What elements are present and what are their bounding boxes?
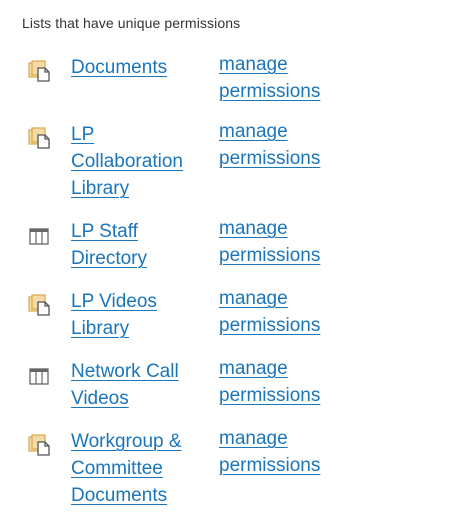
section-heading: Lists that have unique permissions: [22, 15, 241, 31]
manage-permissions-link[interactable]: manage permissions: [219, 215, 349, 269]
document-library-icon: [28, 434, 52, 456]
unique-permissions-page: Lists that have unique permissions Docum…: [0, 0, 451, 514]
list-name-link[interactable]: LP Videos Library: [71, 288, 206, 342]
manage-permissions-link[interactable]: manage permissions: [219, 51, 349, 105]
document-library-icon: [28, 60, 52, 82]
manage-permissions-link[interactable]: manage permissions: [219, 118, 349, 172]
list-icon: [28, 226, 52, 248]
manage-permissions-link[interactable]: manage permissions: [219, 285, 349, 339]
list-name-link[interactable]: Documents: [71, 54, 206, 81]
document-library-icon: [28, 294, 52, 316]
list-name-link[interactable]: Network Call Videos: [71, 358, 206, 412]
list-name-link[interactable]: Workgroup & Committee Documents: [71, 428, 206, 509]
list-name-link[interactable]: LP Collaboration Library: [71, 121, 206, 202]
document-library-icon: [28, 127, 52, 149]
list-icon: [28, 366, 52, 388]
manage-permissions-link[interactable]: manage permissions: [219, 425, 349, 479]
list-name-link[interactable]: LP Staff Directory: [71, 218, 206, 272]
manage-permissions-link[interactable]: manage permissions: [219, 355, 349, 409]
